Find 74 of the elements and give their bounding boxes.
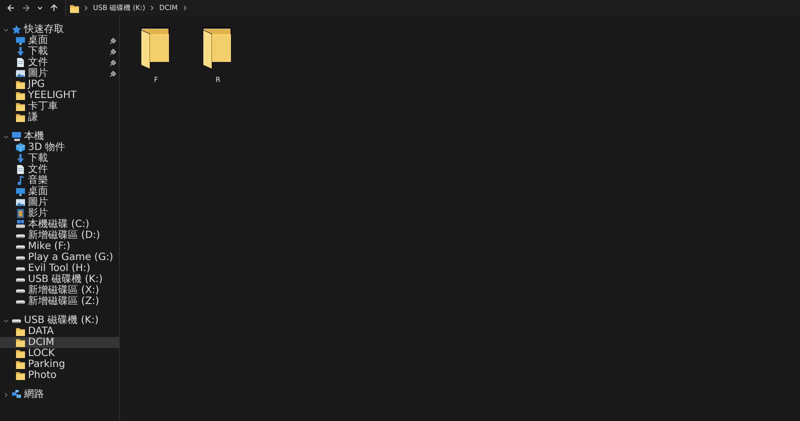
- folder-icon: [16, 349, 25, 358]
- monitor-icon: [16, 187, 25, 196]
- sidebar-item[interactable]: YEELIGHT: [0, 90, 119, 101]
- sidebar-item[interactable]: Evil Tool (H:): [0, 263, 119, 274]
- download-icon: [16, 47, 25, 56]
- music-note-icon: [16, 176, 25, 185]
- folder-icon: [16, 371, 25, 380]
- folder-icon: [16, 338, 25, 347]
- folder-icon: [16, 327, 25, 336]
- image-icon: [16, 69, 25, 78]
- star-icon: [12, 25, 21, 34]
- sidebar-item[interactable]: 文件: [0, 164, 119, 175]
- back-icon[interactable]: [7, 4, 15, 12]
- expand-chevron-icon[interactable]: [3, 134, 9, 140]
- sidebar-item[interactable]: 本機磁碟 (C:): [0, 219, 119, 230]
- pin-icon[interactable]: [110, 60, 116, 66]
- document-icon: [16, 165, 25, 174]
- image-icon: [16, 198, 25, 207]
- section-label: 網路: [24, 389, 44, 400]
- up-arrow-icon[interactable]: [50, 4, 58, 12]
- sidebar-item[interactable]: 桌面: [0, 186, 119, 197]
- collapse-chevron-icon[interactable]: [3, 392, 9, 398]
- section-label: 本機: [24, 131, 44, 142]
- sidebar-item[interactable]: 新增磁碟區 (D:): [0, 230, 119, 241]
- sidebar-item[interactable]: 新增磁碟區 (X:): [0, 285, 119, 296]
- monitor-icon: [16, 36, 25, 45]
- chevron-icon: [149, 5, 156, 11]
- pin-icon[interactable]: [110, 48, 116, 54]
- folder-icon: [16, 80, 25, 89]
- sidebar-item[interactable]: 文件: [0, 57, 119, 68]
- sidebar-item[interactable]: DCIM: [0, 337, 119, 348]
- folder-icon: [16, 113, 25, 122]
- chevron-icon: [83, 5, 89, 11]
- computer-icon: [12, 132, 21, 141]
- sidebar-item[interactable]: Photo: [0, 370, 119, 381]
- sidebar-item[interactable]: 謙: [0, 112, 119, 123]
- chevron-icon: [182, 5, 188, 11]
- download-icon: [16, 154, 25, 163]
- folder-icon: [16, 360, 25, 369]
- expand-chevron-icon[interactable]: [3, 318, 9, 324]
- section-label: USB 磁碟機 (K:): [24, 315, 99, 326]
- sidebar-item[interactable]: JPG: [0, 79, 119, 90]
- folder-icon: [16, 102, 25, 111]
- sidebar-item[interactable]: 音樂: [0, 175, 119, 186]
- sidebar-item[interactable]: 下載: [0, 153, 119, 164]
- sidebar-item[interactable]: Mike (F:): [0, 241, 119, 252]
- sidebar-item[interactable]: LOCK: [0, 348, 119, 359]
- sidebar-item[interactable]: 3D 物件: [0, 142, 119, 153]
- folder-icon: [70, 4, 79, 12]
- network-icon: [12, 390, 21, 399]
- sidebar-item[interactable]: 圖片: [0, 68, 119, 79]
- pin-icon[interactable]: [110, 38, 116, 44]
- expand-chevron-icon[interactable]: [3, 26, 9, 32]
- sidebar-item[interactable]: 桌面: [0, 35, 119, 46]
- folder-icon[interactable]: [140, 26, 172, 70]
- sidebar-item[interactable]: 影片: [0, 208, 119, 219]
- forward-icon[interactable]: [22, 4, 30, 12]
- sidebar-item[interactable]: USB 磁碟機 (K:): [0, 274, 119, 285]
- sidebar-item[interactable]: 新增磁碟區 (Z:): [0, 296, 119, 307]
- sidebar-item[interactable]: 卡丁車: [0, 101, 119, 112]
- sidebar-item[interactable]: 圖片: [0, 197, 119, 208]
- sidebar-item[interactable]: 下載: [0, 46, 119, 57]
- document-icon: [16, 58, 25, 67]
- sidebar-item[interactable]: Play a Game (G:): [0, 252, 119, 263]
- folder-icon[interactable]: [202, 26, 234, 70]
- folder-icon: [16, 91, 25, 100]
- sidebar-item[interactable]: DATA: [0, 326, 119, 337]
- film-icon: [16, 209, 25, 218]
- sidebar-item[interactable]: Parking: [0, 359, 119, 370]
- system-drive-icon: [16, 220, 25, 229]
- section-label: 快速存取: [24, 24, 64, 35]
- pin-icon[interactable]: [110, 70, 116, 76]
- cube-icon: [16, 143, 25, 152]
- dropdown-caret-icon[interactable]: [37, 5, 43, 11]
